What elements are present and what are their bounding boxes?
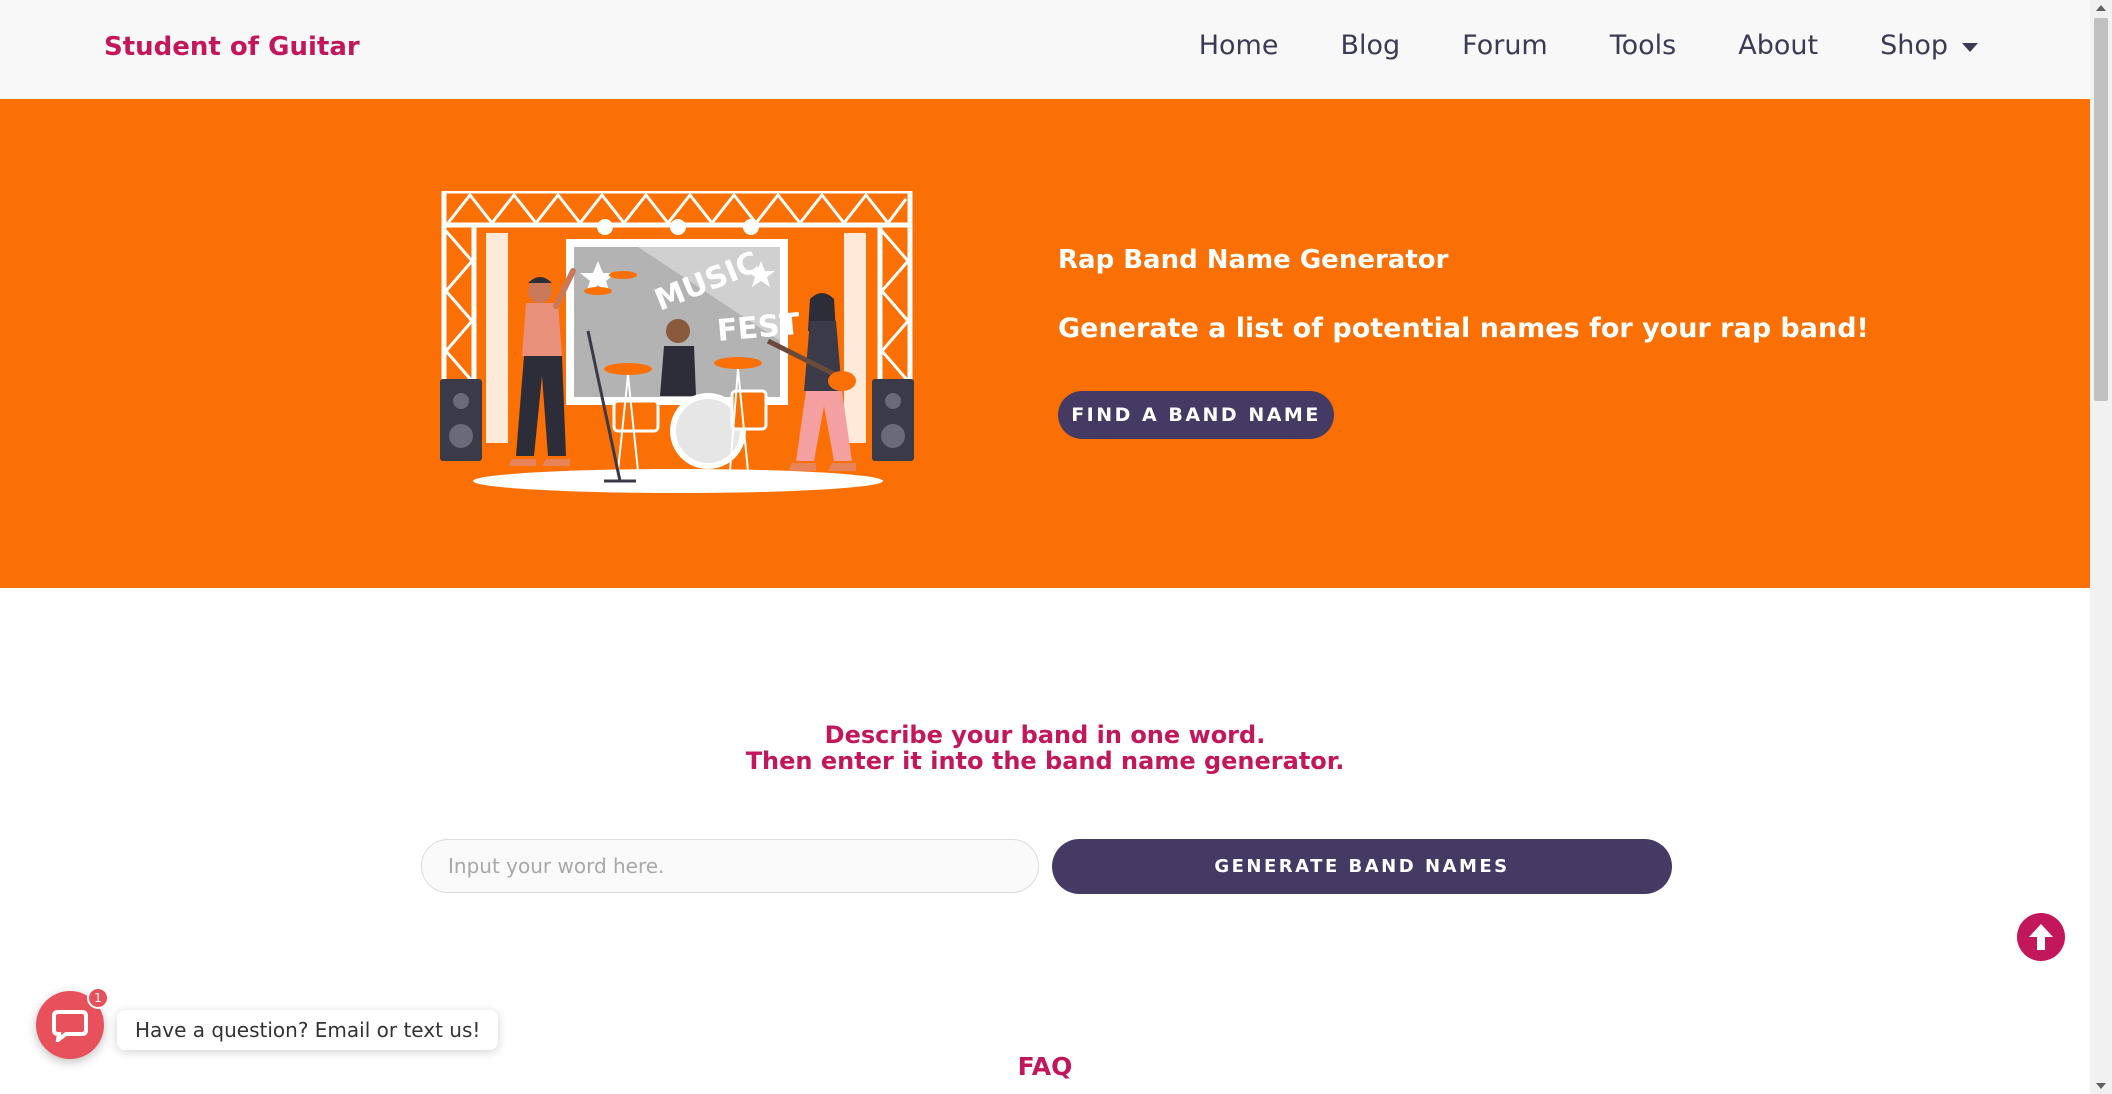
- nav-about[interactable]: About: [1738, 30, 1818, 61]
- arrow-up-circle-icon: [2029, 924, 2053, 950]
- music-fest-stage-illustration: MUSIC FEST: [440, 191, 914, 493]
- hero-section: MUSIC FEST Rap Band Name Generator Gener…: [0, 99, 2090, 588]
- nav-tools[interactable]: Tools: [1610, 30, 1677, 61]
- main-nav: Home Blog Forum Tools About Shop: [1137, 30, 1978, 61]
- faq-heading: FAQ: [1017, 1052, 1073, 1081]
- instruction-line-2: Then enter it into the band name generat…: [745, 747, 1345, 775]
- svg-text:FEST: FEST: [716, 307, 802, 349]
- find-band-name-button[interactable]: FIND A BAND NAME: [1058, 391, 1334, 439]
- scrollbar-thumb[interactable]: [2094, 18, 2108, 401]
- nav-shop[interactable]: Shop: [1880, 30, 1978, 61]
- chat-prompt-label[interactable]: Have a question? Email or text us!: [117, 1010, 499, 1050]
- site-header: Student of Guitar Home Blog Forum Tools …: [0, 0, 2090, 99]
- nav-home[interactable]: Home: [1199, 30, 1279, 61]
- hero-title: Rap Band Name Generator: [1058, 245, 1449, 275]
- site-logo[interactable]: Student of Guitar: [104, 32, 360, 62]
- band-word-input[interactable]: [421, 839, 1039, 893]
- scroll-up-arrow-icon[interactable]: [2096, 5, 2106, 11]
- instruction-line-1: Describe your band in one word.: [824, 721, 1266, 749]
- scroll-down-arrow-icon[interactable]: [2096, 1083, 2106, 1089]
- page: Student of Guitar Home Blog Forum Tools …: [0, 0, 2090, 1094]
- scroll-to-top-button[interactable]: [2017, 913, 2065, 961]
- chat-icon: [52, 1010, 88, 1042]
- nav-blog[interactable]: Blog: [1340, 30, 1400, 61]
- hero-subtitle: Generate a list of potential names for y…: [1058, 313, 1869, 344]
- nav-shop-label: Shop: [1880, 30, 1948, 61]
- chevron-down-icon: [1962, 42, 1978, 52]
- page-scrollbar[interactable]: [2090, 0, 2112, 1094]
- generate-band-names-button[interactable]: GENERATE BAND NAMES: [1052, 839, 1672, 894]
- generator-instructions: Describe your band in one word. Then ent…: [0, 722, 2090, 774]
- nav-forum[interactable]: Forum: [1462, 30, 1548, 61]
- chat-badge-count: 1: [87, 987, 109, 1009]
